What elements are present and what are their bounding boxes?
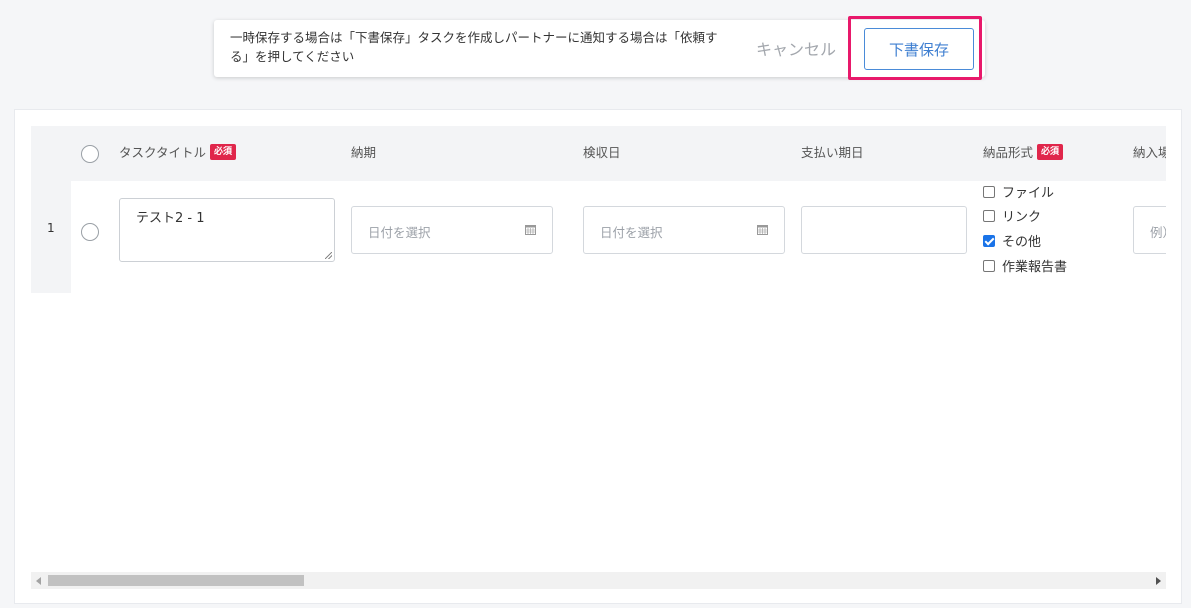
row-number: 1 [47,221,55,235]
row-number-cell [31,181,71,293]
delivery-format-option-link[interactable]: リンク [983,206,1041,225]
required-badge: 必須 [1037,143,1064,160]
calendar-icon [757,225,768,235]
checkbox-label: ファイル [1002,186,1055,201]
column-header-inspection-date: 検収日 [583,145,621,160]
column-header-payment-due: 支払い期日 [801,145,864,160]
draft-save-button[interactable]: 下書保存 [864,28,974,70]
select-all-radio[interactable] [81,145,99,163]
inspection-date-input[interactable]: 日付を選択 [583,206,785,254]
checkbox-label: 作業報告書 [1002,260,1068,275]
required-badge: 必須 [210,143,237,160]
checkbox-checked[interactable] [983,234,995,247]
scrollbar-thumb[interactable] [48,575,304,586]
column-header-deadline: 納期 [351,145,377,160]
delivery-format-option-work-report[interactable]: 作業報告書 [983,256,1067,275]
column-label: 納品形式 [983,145,1034,160]
notice-message: 一時保存する場合は「下書保存」タスクを作成しパートナーに通知する場合は「依頼する… [230,30,718,64]
delivery-format-option-file[interactable]: ファイル [983,182,1054,201]
checkbox[interactable] [983,185,995,198]
checkbox[interactable] [983,209,995,222]
checkbox[interactable] [983,259,995,272]
scroll-left-arrow-icon[interactable] [36,577,41,585]
delivery-format-option-other[interactable]: その他 [983,231,1041,250]
column-header-delivery-place: 納入場所 [1133,145,1166,160]
row-select-radio[interactable] [81,223,99,241]
deadline-date-input[interactable]: 日付を選択 [351,206,553,254]
cancel-button[interactable]: キャンセル [756,36,836,60]
deadline-placeholder: 日付を選択 [368,225,431,240]
table-header: タスクタイトル 必須 納期 検収日 支払い期日 納品形式 必須 納入場所 [31,126,1166,181]
task-table: タスクタイトル 必須 納期 検収日 支払い期日 納品形式 必須 納入場所 1 テ… [31,126,1166,573]
horizontal-scrollbar[interactable] [31,572,1166,589]
task-title-value: テスト2 - 1 [136,211,205,226]
column-header-task-title: タスクタイトル 必須 [119,142,237,161]
scroll-right-arrow-icon[interactable] [1156,577,1161,585]
task-table-panel: タスクタイトル 必須 納期 検収日 支払い期日 納品形式 必須 納入場所 1 テ… [14,109,1182,604]
column-label: タスクタイトル [119,145,207,160]
checkbox-label: その他 [1002,235,1042,250]
delivery-place-input[interactable]: 例） [1133,206,1166,254]
column-header-delivery-format: 納品形式 必須 [983,142,1064,161]
inspection-date-placeholder: 日付を選択 [600,225,663,240]
resize-grip-icon[interactable] [325,252,332,259]
checkbox-label: リンク [1002,210,1042,225]
task-title-input[interactable]: テスト2 - 1 [119,198,335,262]
calendar-icon [525,225,536,235]
delivery-place-placeholder: 例） [1150,225,1166,240]
payment-due-input[interactable] [801,206,967,254]
